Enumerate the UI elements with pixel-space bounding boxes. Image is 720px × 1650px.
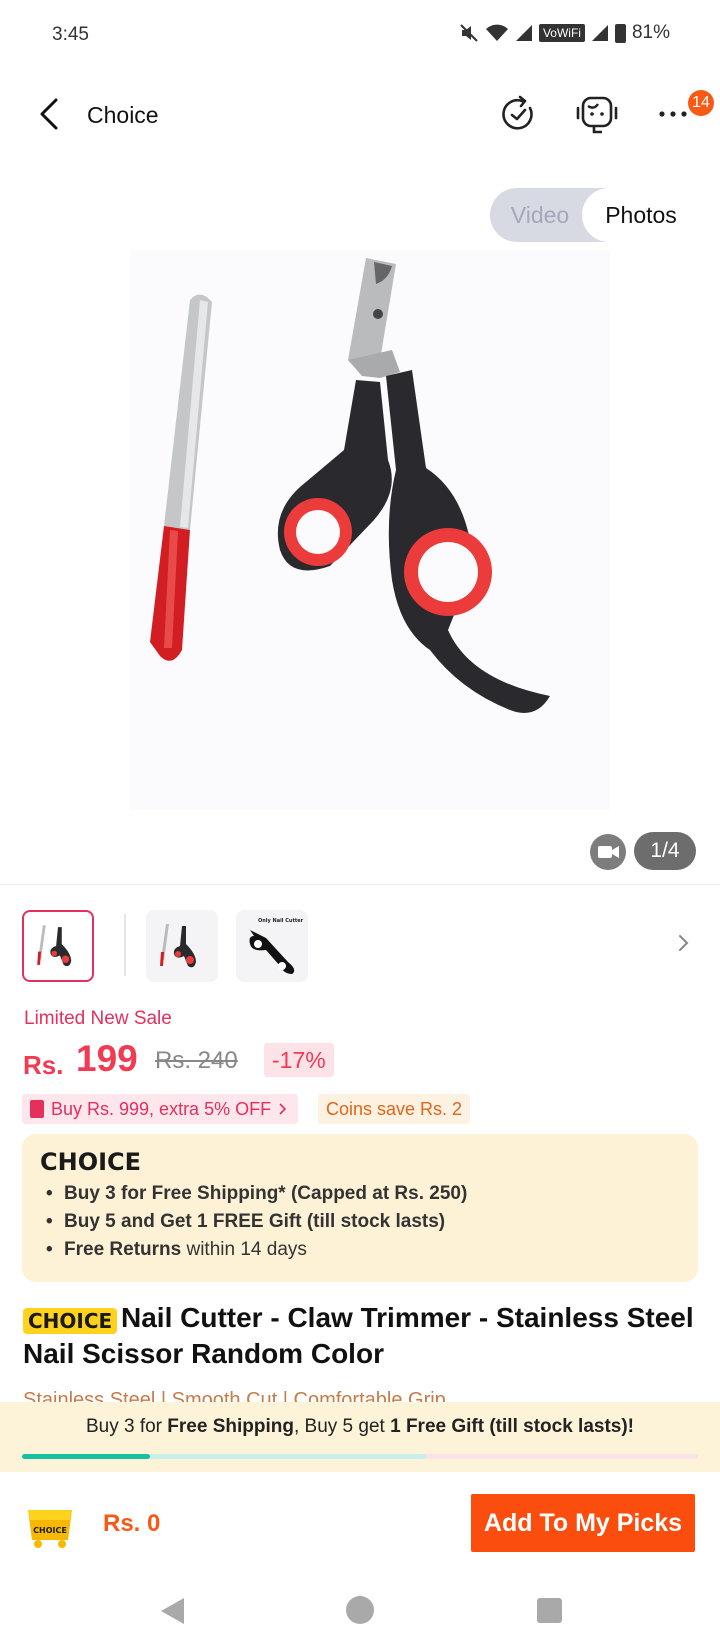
image-counter: 1/4 <box>634 832 696 870</box>
chevron-right-small-icon <box>279 1103 287 1115</box>
choice-cart-icon[interactable]: CHOICE <box>22 1494 78 1550</box>
thumbnail-1[interactable] <box>22 910 94 982</box>
price-value: 199 <box>76 1038 138 1079</box>
notification-badge: 14 <box>688 90 714 116</box>
discount-badge: -17% <box>264 1043 334 1077</box>
choice-benefit-item: • Buy 3 for Free Shipping* (Capped at Rs.… <box>46 1183 468 1204</box>
tab-photos[interactable]: Photos <box>582 188 700 242</box>
wifi-icon <box>485 24 508 41</box>
battery-level: 81% <box>631 22 670 43</box>
thumbnail-separator <box>124 914 126 976</box>
feature-strip: Stainless Steel | Smooth Cut | Comfortab… <box>23 1389 446 1402</box>
thumbnail-2[interactable] <box>146 910 218 982</box>
nail-file <box>150 294 212 661</box>
thumbnail-image-3: Only Nail Cutter <box>249 918 304 974</box>
choice-benefits-box: CHOICE • Buy 3 for Free Shipping* (Capped… <box>22 1134 698 1282</box>
add-to-picks-button[interactable]: Add To My Picks <box>471 1494 695 1552</box>
media-toggle: Video Photos <box>490 188 700 242</box>
divider <box>0 884 720 885</box>
coupon-icon <box>30 1100 44 1118</box>
product-title: Nail Cutter - Claw Trimmer - Stainless S… <box>23 1302 694 1369</box>
original-price: Rs. 240 <box>155 1047 238 1074</box>
battery-icon <box>614 23 626 43</box>
shipping-progress-bar <box>22 1454 698 1459</box>
signal-icon <box>515 25 532 41</box>
coins-chip: Coins save Rs. 2 <box>318 1094 471 1124</box>
thumbnail-3[interactable]: Only Nail Cutter <box>236 910 308 982</box>
choice-benefits-list: • Buy 3 for Free Shipping* (Capped at Rs.… <box>46 1180 467 1264</box>
thumbnail-image-2 <box>160 924 196 968</box>
clipper <box>277 258 550 713</box>
progress-fill <box>22 1454 151 1459</box>
nav-recents-icon[interactable] <box>537 1598 562 1623</box>
status-icons: VoWiFi 81% <box>459 22 670 44</box>
cart-label: CHOICE <box>33 1526 67 1535</box>
page-title: Choice <box>87 102 159 128</box>
choice-tag: CHOICE <box>23 1308 118 1334</box>
shipping-banner[interactable]: Buy 3 for Free Shipping, Buy 5 get 1 Fre… <box>0 1402 720 1472</box>
choice-benefit-item: • Free Returns within 14 days <box>46 1239 307 1260</box>
support-bot-icon[interactable] <box>574 94 620 134</box>
tab-video[interactable]: Video <box>490 188 590 242</box>
picks-total: Rs. 0 <box>103 1510 161 1537</box>
promo-chip[interactable]: Buy Rs. 999, extra 5% OFF <box>22 1094 299 1124</box>
shipping-banner-text: Buy 3 for Free Shipping, Buy 5 get 1 Fre… <box>85 1416 635 1437</box>
nav-home-icon[interactable] <box>346 1596 374 1624</box>
thumbnail-image-1 <box>37 925 72 967</box>
product-image[interactable] <box>130 250 610 810</box>
sale-label: Limited New Sale <box>24 1008 172 1029</box>
bottom-action-bar: CHOICE Rs. 0 Add To My Picks <box>0 1472 720 1576</box>
choice-benefit-item: • Buy 5 and Get 1 FREE Gift (till stock l… <box>46 1211 446 1232</box>
status-time: 3:45 <box>52 24 89 45</box>
mute-icon <box>460 24 478 42</box>
nav-back-icon[interactable] <box>158 1596 186 1626</box>
system-nav-bar <box>0 1576 720 1650</box>
choice-logo: CHOICE <box>40 1148 142 1176</box>
thumbnail-caption: Only Nail Cutter <box>258 918 304 924</box>
status-bar: 3:45 VoWiFi 81% <box>0 0 720 72</box>
refresh-icon[interactable] <box>498 94 538 134</box>
header: Choice <box>0 72 720 158</box>
promo-text: Buy Rs. 999, extra 5% OFF <box>51 1098 272 1119</box>
chevron-right-icon[interactable] <box>674 928 694 958</box>
price-currency: Rs. <box>23 1050 64 1080</box>
signal-icon-2 <box>591 25 608 41</box>
vowifi-label: VoWiFi <box>538 24 585 42</box>
back-icon[interactable] <box>30 94 70 134</box>
video-camera-icon[interactable] <box>590 834 626 870</box>
